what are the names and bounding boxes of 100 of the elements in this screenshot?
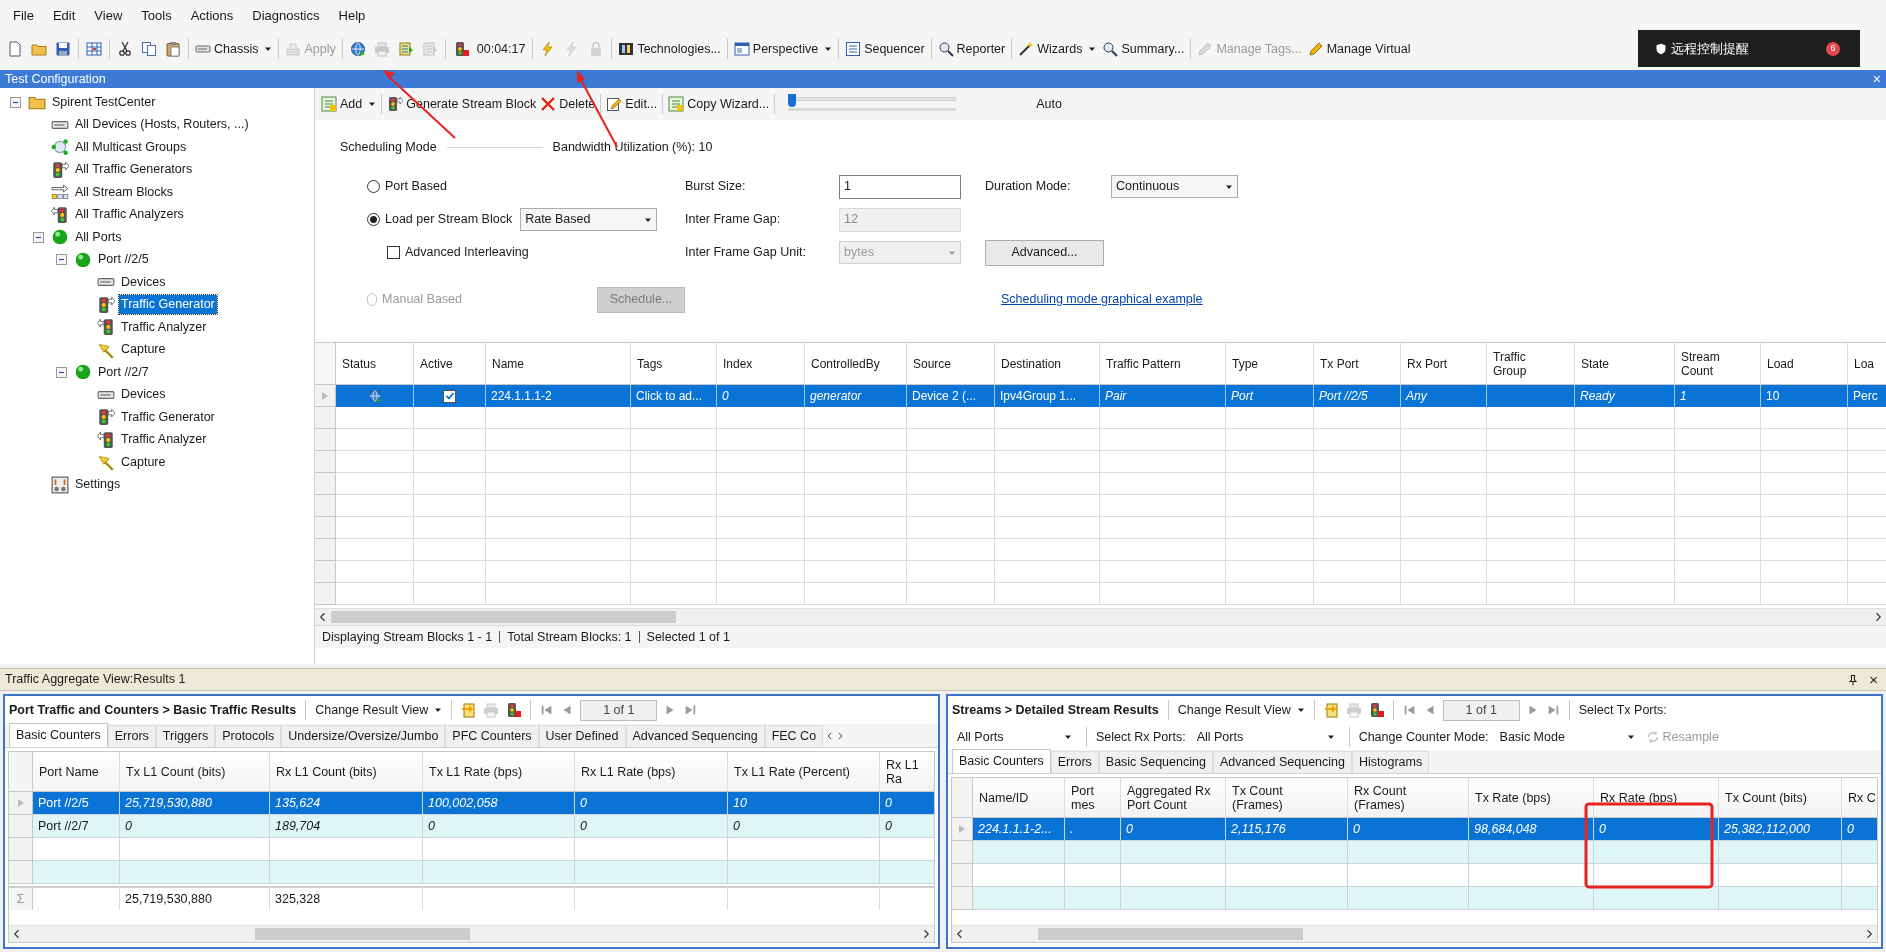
tab[interactable]: Basic Sequencing bbox=[1098, 751, 1213, 773]
globe-icon[interactable] bbox=[349, 41, 366, 57]
page-field[interactable]: 1 of 1 bbox=[580, 699, 658, 721]
input-field[interactable]: 1 bbox=[839, 174, 961, 199]
row-header[interactable] bbox=[315, 561, 336, 583]
row-header[interactable] bbox=[315, 473, 336, 495]
close-button[interactable]: × bbox=[1869, 672, 1878, 687]
row-header[interactable] bbox=[315, 517, 336, 539]
row-header[interactable] bbox=[952, 864, 973, 887]
toolbar-button[interactable]: Wizards bbox=[1015, 37, 1100, 61]
tab[interactable]: Basic Counters bbox=[952, 749, 1051, 773]
tab[interactable]: Advanced Sequencing bbox=[1212, 751, 1352, 773]
close-button[interactable]: × bbox=[1872, 72, 1881, 86]
toolbar-button[interactable]: Reporter bbox=[934, 37, 1009, 61]
tab[interactable]: Protocols bbox=[215, 725, 282, 747]
view-menu-button[interactable]: Change Result View bbox=[1177, 700, 1305, 720]
slider-thumb[interactable] bbox=[788, 94, 797, 107]
row-header[interactable] bbox=[952, 818, 973, 841]
expand-toggle[interactable] bbox=[56, 254, 67, 266]
tree-item[interactable]: All Traffic Generators bbox=[73, 160, 195, 180]
row-header[interactable] bbox=[315, 451, 336, 473]
tab[interactable]: Histograms bbox=[1352, 751, 1430, 773]
column-header[interactable]: Rx Count (Frames) bbox=[1348, 778, 1469, 817]
page-field[interactable]: 1 of 1 bbox=[1442, 699, 1520, 721]
tab[interactable]: User Defined bbox=[538, 725, 626, 747]
table-row[interactable]: Port //2/5 25,719,530,880 135,624 100,002,058 0 10 0 bbox=[9, 792, 934, 815]
column-header[interactable]: Name/ID bbox=[973, 778, 1065, 817]
row-header[interactable] bbox=[952, 887, 973, 910]
link[interactable]: Scheduling mode graphical example bbox=[1001, 292, 1203, 307]
grid-icon[interactable] bbox=[86, 41, 102, 57]
tab[interactable]: Errors bbox=[1050, 751, 1099, 773]
column-header[interactable]: Tx Count (bits) bbox=[1719, 778, 1842, 817]
row-header[interactable] bbox=[9, 815, 33, 838]
dropdown[interactable]: Continuous bbox=[1111, 175, 1238, 198]
tree-item[interactable]: Traffic Generator bbox=[119, 295, 217, 315]
row-header[interactable] bbox=[9, 838, 33, 861]
tab[interactable]: Advanced Sequencing bbox=[625, 725, 765, 747]
expand-toggle[interactable] bbox=[56, 366, 67, 378]
row-header[interactable] bbox=[952, 841, 973, 864]
tab[interactable]: Basic Counters bbox=[9, 723, 108, 747]
menu-item[interactable]: Edit bbox=[52, 5, 76, 25]
tree-item[interactable]: Port //2/5 bbox=[96, 250, 151, 270]
toolbar-button[interactable]: Summary... bbox=[1099, 37, 1188, 61]
radio-button[interactable] bbox=[367, 213, 380, 226]
last-page-icon[interactable] bbox=[683, 703, 698, 717]
expand-toggle[interactable] bbox=[33, 231, 44, 243]
advanced-button[interactable]: Advanced... bbox=[985, 239, 1104, 266]
checkbox[interactable] bbox=[443, 389, 456, 403]
tree-item[interactable]: Traffic Analyzer bbox=[119, 317, 209, 337]
tree-item[interactable]: All Ports bbox=[73, 227, 124, 247]
column-header[interactable]: Tx L1 Count (bits) bbox=[120, 752, 270, 791]
tree-item[interactable]: Spirent TestCenter bbox=[50, 92, 158, 112]
dropdown[interactable]: Rate Based bbox=[520, 208, 658, 231]
row-header[interactable] bbox=[315, 583, 336, 605]
tree-item[interactable]: All Devices (Hosts, Routers, ...) bbox=[73, 115, 251, 135]
column-header[interactable]: Tx L1 Rate (Percent) bbox=[728, 752, 880, 791]
slider[interactable] bbox=[788, 94, 957, 114]
page-icon[interactable] bbox=[7, 41, 23, 57]
tree-item[interactable]: Settings bbox=[73, 475, 123, 495]
pin-icon[interactable] bbox=[1847, 673, 1860, 686]
checkbox[interactable] bbox=[387, 246, 400, 259]
column-header[interactable]: Aggregated Rx Port Count bbox=[1121, 778, 1226, 817]
toolbar-button[interactable]: Perspective bbox=[730, 37, 836, 61]
column-header[interactable]: Rx L1 Rate (bps) bbox=[575, 752, 728, 791]
export-icon[interactable] bbox=[461, 702, 478, 718]
menu-item[interactable]: View bbox=[94, 5, 123, 25]
column-header[interactable]: Port mes bbox=[1065, 778, 1121, 817]
tree-item[interactable]: Traffic Analyzer bbox=[119, 430, 209, 450]
menu-item[interactable]: File bbox=[13, 5, 34, 25]
tab[interactable]: Errors bbox=[107, 725, 156, 747]
clipboard-icon[interactable] bbox=[165, 41, 181, 57]
view-menu-button[interactable]: Change Result View bbox=[315, 700, 443, 720]
scissors-icon[interactable] bbox=[117, 41, 133, 57]
expand-toggle[interactable] bbox=[10, 96, 21, 108]
tab[interactable]: Triggers bbox=[155, 725, 216, 747]
row-header[interactable] bbox=[9, 792, 33, 815]
row-header[interactable] bbox=[315, 539, 336, 561]
menu-item[interactable]: Diagnostics bbox=[252, 5, 320, 25]
toolbar-button[interactable]: Delete bbox=[538, 92, 598, 116]
notification-banner[interactable]: 远程控制提醒 6 bbox=[1638, 30, 1860, 67]
horizontal-scrollbar[interactable] bbox=[9, 925, 934, 942]
tree-item[interactable]: Capture bbox=[119, 340, 168, 360]
column-header[interactable]: Port Name bbox=[33, 752, 120, 791]
tree-item[interactable]: Port //2/7 bbox=[96, 362, 151, 382]
column-header[interactable]: Tx Rate (bps) bbox=[1469, 778, 1594, 817]
table-row[interactable]: 224.1.1.1-2... . 0 2,115,176 0 98,684,048 0 25,382,112,000 0 bbox=[952, 818, 1877, 841]
row-header[interactable] bbox=[9, 861, 33, 884]
menu-item[interactable]: Help bbox=[338, 5, 366, 25]
toolbar-button[interactable]: Sequencer bbox=[842, 37, 928, 61]
export-icon[interactable] bbox=[1323, 702, 1340, 718]
folder-icon[interactable] bbox=[31, 41, 47, 57]
row-header[interactable] bbox=[315, 429, 336, 451]
row-header[interactable] bbox=[315, 385, 336, 407]
menu-item[interactable]: Actions bbox=[190, 5, 234, 25]
tree-item[interactable]: Capture bbox=[119, 452, 168, 472]
table-row[interactable]: Port //2/7 0 189,704 0 0 0 0 bbox=[9, 815, 934, 838]
first-page-icon[interactable] bbox=[1402, 703, 1417, 717]
traffic-light-icon[interactable] bbox=[505, 702, 522, 718]
column-header[interactable]: Tx L1 Rate (bps) bbox=[423, 752, 575, 791]
column-header[interactable]: Tx Count (Frames) bbox=[1226, 778, 1348, 817]
